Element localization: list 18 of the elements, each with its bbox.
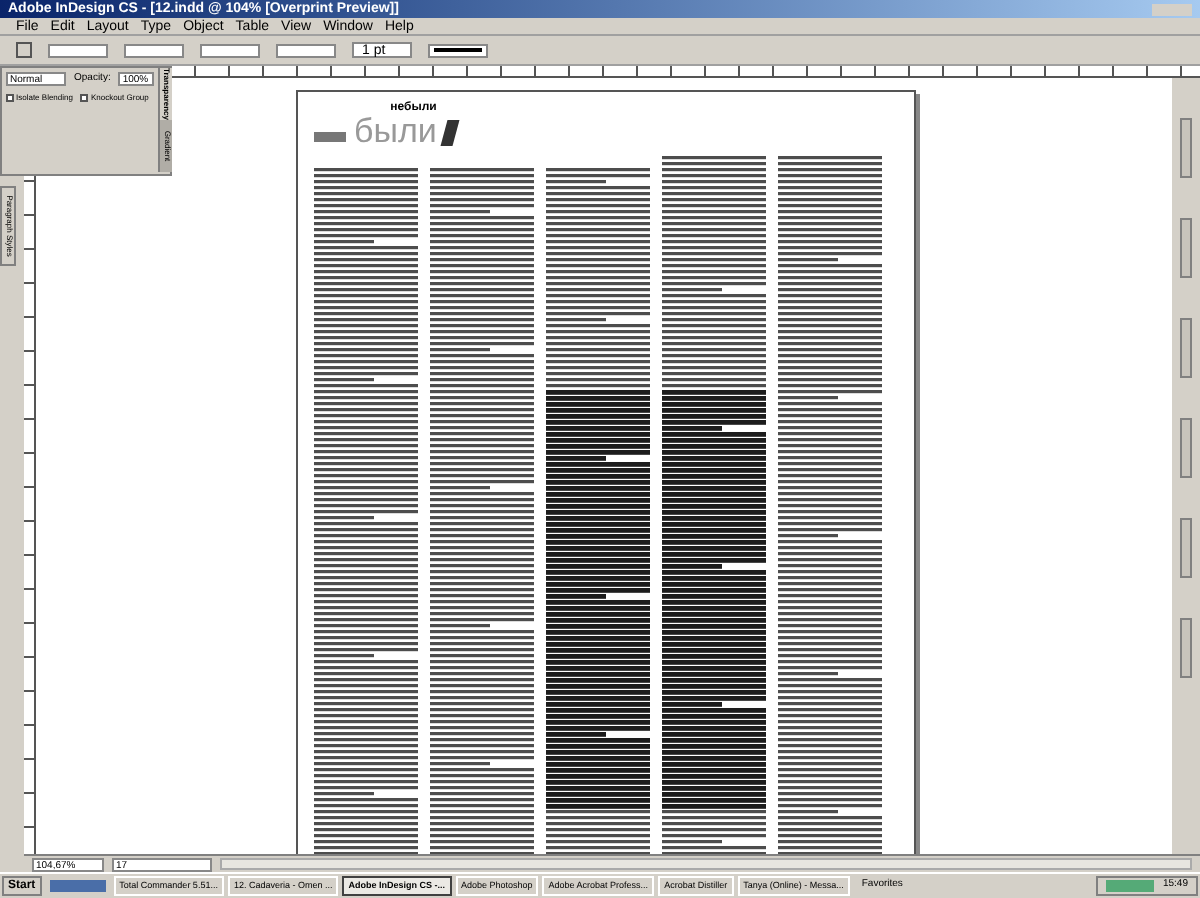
collapsed-panel-tab[interactable] xyxy=(1180,218,1192,278)
shear-field[interactable] xyxy=(276,43,336,57)
checkbox[interactable] xyxy=(80,93,89,101)
collapsed-panel-tab[interactable] xyxy=(1180,418,1192,478)
reference-point-icon[interactable] xyxy=(16,42,32,58)
collapsed-panel-tab[interactable] xyxy=(1180,618,1192,678)
collapsed-panel-tab[interactable] xyxy=(1180,518,1192,578)
slash-mark-icon xyxy=(441,120,461,146)
rotation-field[interactable] xyxy=(200,43,260,57)
headline: были xyxy=(354,114,437,148)
stroke-style-field[interactable] xyxy=(428,43,488,57)
section-tag xyxy=(314,132,346,142)
horizontal-scrollbar[interactable] xyxy=(220,858,1192,870)
collapsed-panel-tab[interactable] xyxy=(1180,318,1192,378)
position-field[interactable] xyxy=(48,43,108,57)
collapsed-panel-tab[interactable] xyxy=(1180,118,1192,178)
checkbox[interactable] xyxy=(6,93,14,101)
size-field[interactable] xyxy=(124,43,184,57)
